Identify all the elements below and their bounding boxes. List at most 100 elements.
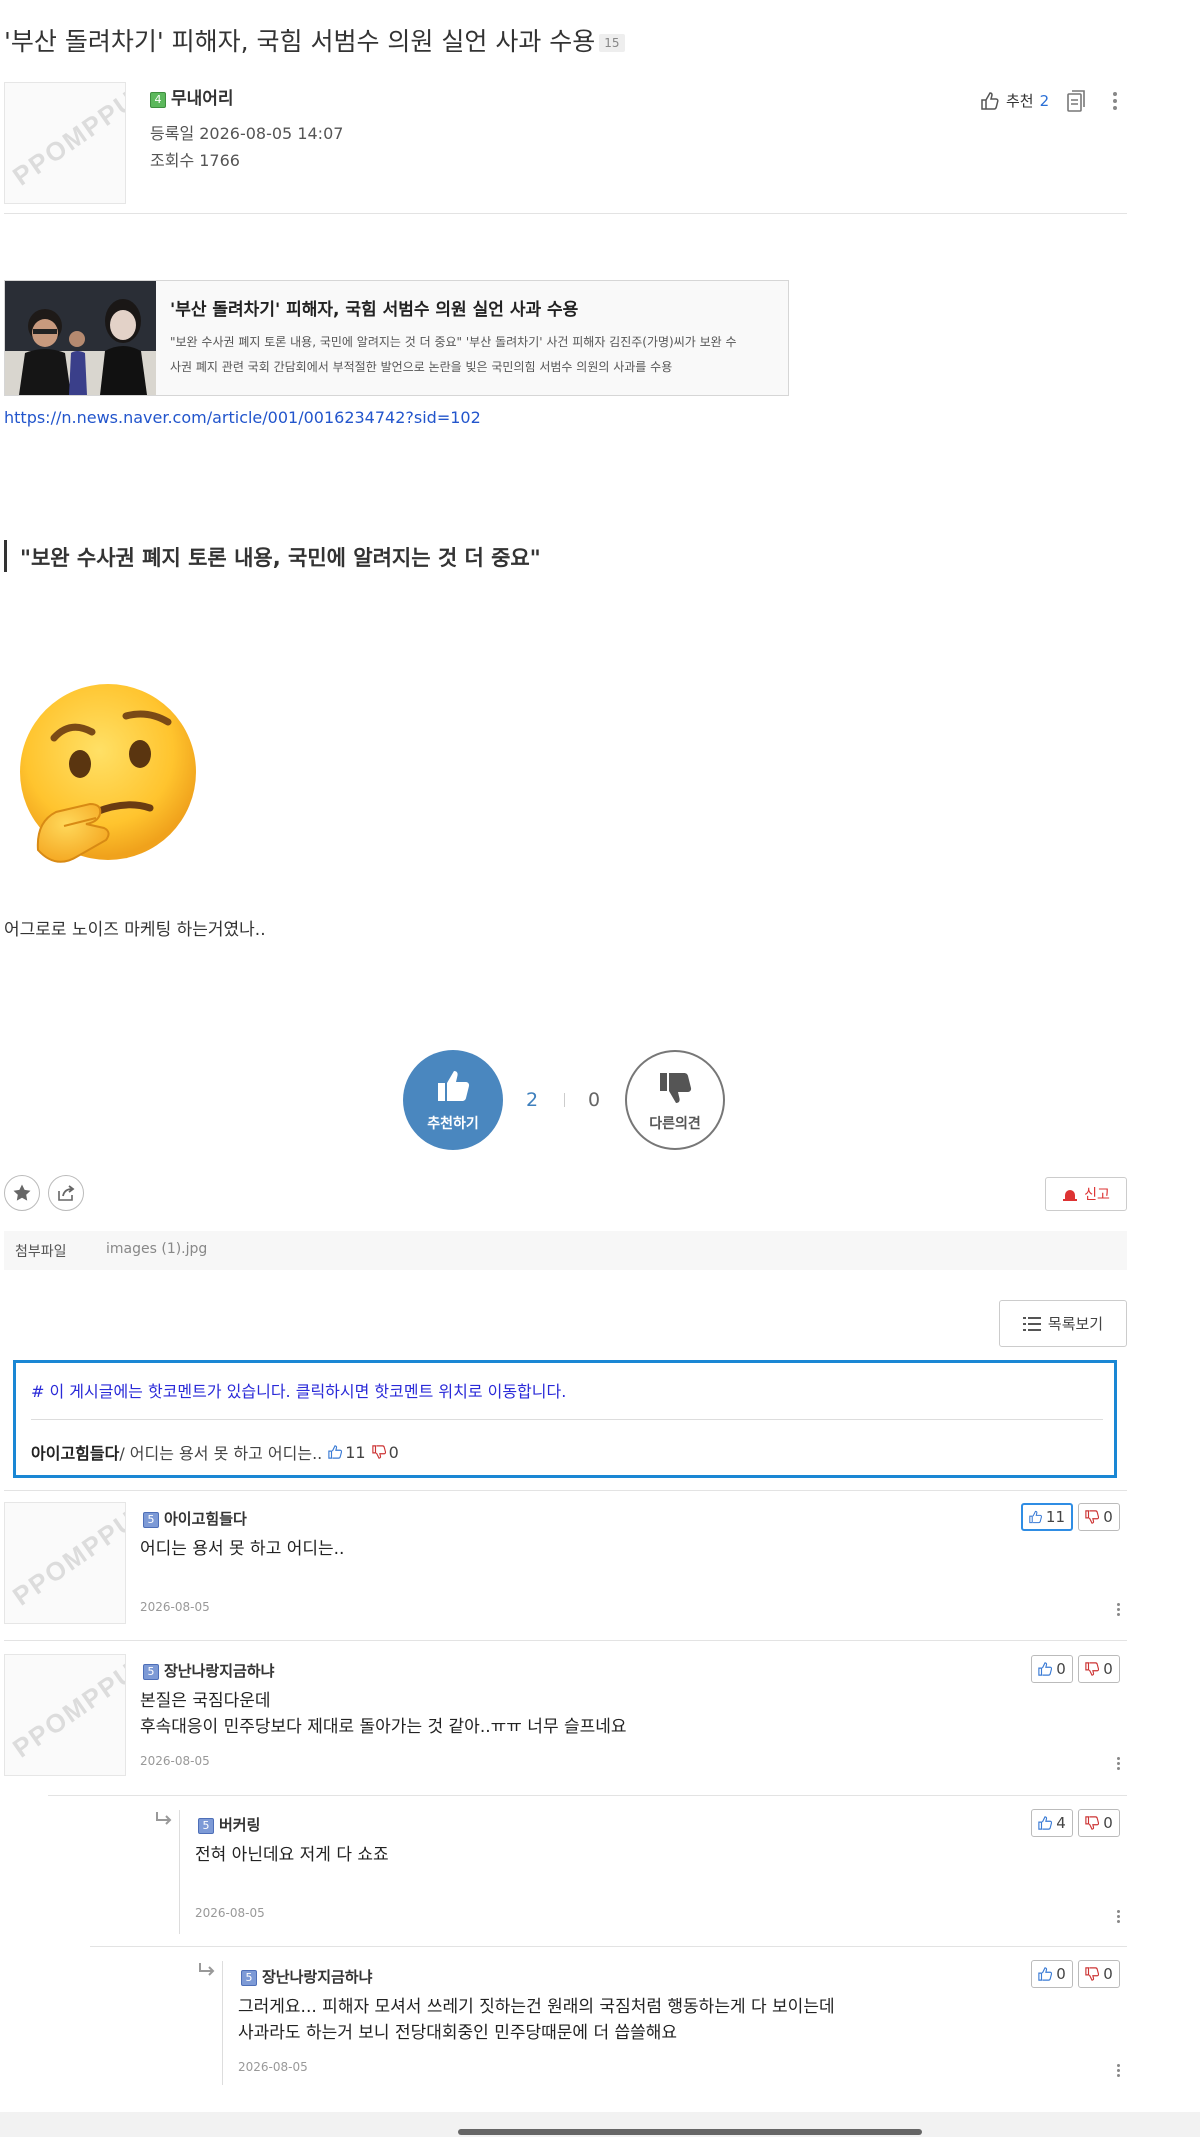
body-quote: "보완 수사권 폐지 토론 내용, 국민에 알려지는 것 더 중요" — [20, 546, 541, 570]
comment-author-row: 5 장난나랑지금하냐 — [143, 1660, 274, 1681]
home-indicator[interactable] — [458, 2129, 922, 2135]
list-view-button[interactable]: 목록보기 — [999, 1300, 1127, 1347]
recommend-count: 2 — [1039, 91, 1050, 110]
link-card-desc-line1: "보완 수사권 폐지 토론 내용, 국민에 알려지는 것 더 중요" '부산 돌… — [170, 335, 737, 349]
comment-text-line2: 사과라도 하는거 보니 전당대회중인 민주당때문에 더 씁쓸해요 — [238, 2023, 678, 2043]
thumbs-up-icon — [438, 1071, 470, 1101]
thumbs-up-icon — [1038, 1967, 1053, 1981]
hot-comment-notice: # 이 게시글에는 핫코멘트가 있습니다. 클릭하시면 핫코멘트 위치로 이동합… — [31, 1382, 567, 1401]
disagree-button-label: 다른의견 — [649, 1116, 701, 1132]
comment-downvote-button[interactable]: 0 — [1078, 1503, 1120, 1531]
link-preview-card[interactable]: '부산 돌려차기' 피해자, 국힘 서범수 의원 실언 사과 수용 "보완 수사… — [4, 280, 789, 396]
thumbs-up-icon — [981, 91, 999, 110]
recommend-summary[interactable]: 추천 2 — [980, 90, 1049, 111]
hot-comment-up: 11 — [345, 1442, 366, 1462]
thumbs-down-icon — [1085, 1510, 1100, 1524]
vote-divider — [564, 1093, 565, 1107]
recommend-button[interactable]: 추천하기 — [403, 1050, 503, 1150]
thumbs-up-icon — [1038, 1816, 1053, 1830]
thumbs-down-icon — [1085, 1967, 1100, 1981]
copy-icon[interactable] — [1066, 89, 1088, 113]
reply-arrow-icon — [199, 1963, 215, 1976]
comment-downvote-count: 0 — [1103, 1508, 1113, 1526]
divider — [90, 1946, 1127, 1947]
hot-comment-author: 아이고힘들다 — [31, 1444, 120, 1463]
report-label: 신고 — [1084, 1187, 1110, 1203]
author-name[interactable]: 무내어리 — [171, 89, 234, 109]
comment-downvote-button[interactable]: 0 — [1078, 1809, 1120, 1837]
more-menu-icon[interactable] — [1113, 92, 1117, 110]
divider — [4, 1640, 1127, 1641]
link-card-title: '부산 돌려차기' 피해자, 국힘 서범수 의원 실언 사과 수용 — [170, 300, 579, 320]
reply-arrow-icon — [156, 1812, 172, 1825]
share-button[interactable] — [48, 1175, 84, 1211]
author-avatar[interactable]: PPOMPPU — [4, 82, 126, 204]
comment-more-icon[interactable] — [1117, 2064, 1120, 2077]
comment-text: 어디는 용서 못 하고 어디는.. — [140, 1539, 345, 1559]
thumbs-up-icon — [328, 1445, 343, 1459]
body-text: 어그로로 노이즈 마케팅 하는거였나.. — [4, 920, 266, 940]
commenter-avatar[interactable]: PPOMPPU — [4, 1654, 126, 1776]
share-icon — [58, 1185, 75, 1201]
level-badge-icon: 4 — [150, 91, 166, 108]
comment-author[interactable]: 버커링 — [219, 1816, 260, 1834]
comment-author-row: 5 아이고힘들다 — [143, 1508, 247, 1529]
list-view-label: 목록보기 — [1047, 1315, 1104, 1333]
thumbs-down-icon — [1085, 1816, 1100, 1830]
report-button[interactable]: 신고 — [1045, 1177, 1127, 1211]
post-title-text: '부산 돌려차기' 피해자, 국힘 서범수 의원 실언 사과 수용 — [4, 27, 596, 56]
thumbs-down-icon — [1085, 1662, 1100, 1676]
recommend-button-label: 추천하기 — [427, 1116, 479, 1132]
attachment-label: 첨부파일 — [15, 1244, 67, 1260]
news-link[interactable]: https://n.news.naver.com/article/001/001… — [4, 408, 481, 427]
comment-author[interactable]: 아이고힘들다 — [164, 1510, 247, 1528]
author-info: 4 무내어리 — [150, 84, 234, 109]
comment-more-icon[interactable] — [1117, 1910, 1120, 1923]
comment-downvote-count: 0 — [1103, 1660, 1113, 1678]
comment-upvote-count: 4 — [1056, 1814, 1066, 1832]
level-badge-icon: 5 — [143, 1663, 159, 1680]
comment-upvote-button[interactable]: 0 — [1031, 1655, 1073, 1683]
news-thumbnail — [5, 281, 156, 395]
comment-date: 2026-08-05 — [238, 2060, 308, 2074]
comment-author[interactable]: 장난나랑지금하냐 — [262, 1968, 372, 1986]
commenter-avatar[interactable]: PPOMPPU — [4, 1502, 126, 1624]
divider — [4, 213, 1127, 214]
hot-comment-down: 0 — [388, 1442, 399, 1462]
comment-upvote-count: 11 — [1045, 1508, 1065, 1526]
comment-downvote-count: 0 — [1103, 1965, 1113, 1983]
comment-author-row: 5 장난나랑지금하냐 — [241, 1966, 372, 1987]
comment-downvote-button[interactable]: 0 — [1078, 1655, 1120, 1683]
recommend-label: 추천 — [1006, 92, 1034, 110]
comment-author-row: 5 버커링 — [198, 1814, 260, 1835]
thinking-face-emoji — [20, 684, 196, 863]
system-navigation-bar — [0, 2112, 1200, 2137]
level-badge-icon: 5 — [143, 1511, 159, 1528]
comment-count-badge[interactable]: 15 — [599, 34, 625, 52]
registered-date: 등록일 2026-08-05 14:07 — [150, 124, 344, 143]
view-count: 조회수 1766 — [150, 151, 240, 170]
recommend-count-display: 2 — [526, 1089, 539, 1111]
disagree-button[interactable]: 다른의견 — [625, 1050, 725, 1150]
comment-text-line1: 그러게요... 피해자 모셔서 쓰레기 짓하는건 원래의 국짐처럼 행동하는게 … — [238, 1997, 835, 2017]
comment-upvote-button[interactable]: 0 — [1031, 1960, 1073, 1988]
level-badge-icon: 5 — [198, 1817, 214, 1834]
comment-text-line2: 후속대응이 민주당보다 제대로 돌아가는 것 같아..ㅠㅠ 너무 슬프네요 — [140, 1717, 627, 1737]
quote-bar — [4, 540, 7, 572]
comment-upvote-button[interactable]: 11 — [1021, 1503, 1073, 1531]
attachment-file-link[interactable]: images (1).jpg — [106, 1241, 207, 1257]
comment-author[interactable]: 장난나랑지금하냐 — [164, 1662, 274, 1680]
comment-more-icon[interactable] — [1117, 1757, 1120, 1770]
hot-comment-box[interactable]: # 이 게시글에는 핫코멘트가 있습니다. 클릭하시면 핫코멘트 위치로 이동합… — [13, 1360, 1117, 1478]
star-icon — [13, 1184, 31, 1201]
attachment-row: 첨부파일 images (1).jpg — [4, 1231, 1127, 1270]
comment-downvote-button[interactable]: 0 — [1078, 1960, 1120, 1988]
siren-icon — [1063, 1190, 1078, 1201]
comment-upvote-button[interactable]: 4 — [1031, 1809, 1073, 1837]
scrap-button[interactable] — [4, 1175, 40, 1211]
link-card-desc-line2: 사권 폐지 관련 국회 간담회에서 부적절한 발언으로 논란을 빚은 국민의힘 … — [170, 360, 673, 374]
reply-indent-line — [222, 1961, 223, 2085]
comment-more-icon[interactable] — [1117, 1603, 1120, 1616]
thumbs-up-icon — [1038, 1662, 1053, 1676]
post-title: '부산 돌려차기' 피해자, 국힘 서범수 의원 실언 사과 수용 15 — [4, 22, 625, 58]
